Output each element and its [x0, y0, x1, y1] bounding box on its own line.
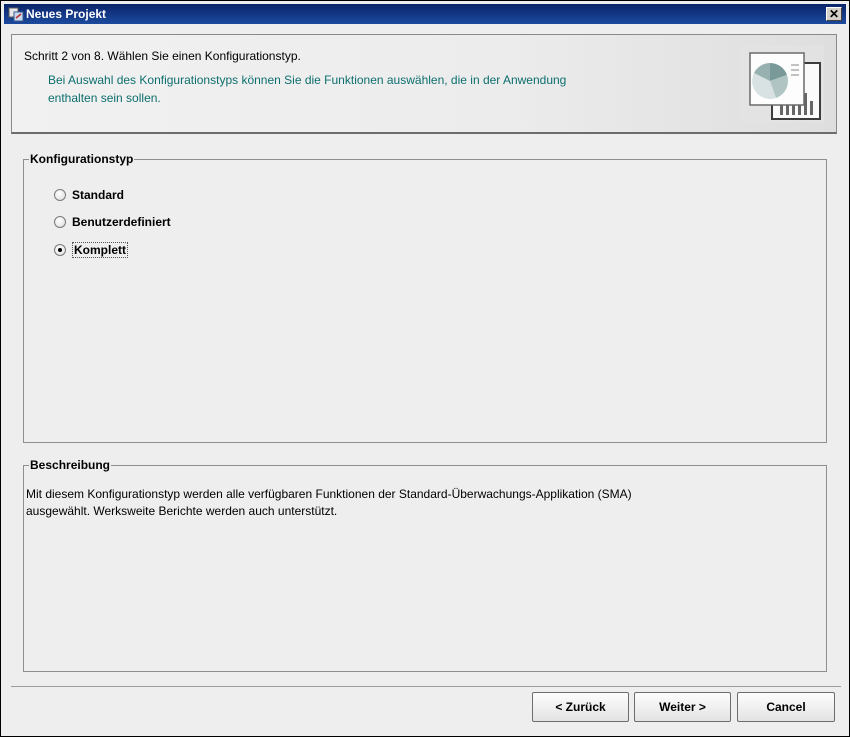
radio-complete[interactable]: Komplett [54, 241, 128, 259]
cancel-button[interactable]: Cancel [737, 692, 835, 722]
configuration-type-title: Konfigurationstyp [29, 152, 135, 166]
step-description: Bei Auswahl des Konfigurationstyps könne… [48, 73, 567, 105]
radio-label-custom: Benutzerdefiniert [72, 215, 171, 229]
application-icon [8, 7, 24, 22]
configuration-type-group: Konfigurationstyp Standard Benutzerdefin… [23, 152, 827, 443]
report-chart-icon [738, 45, 824, 123]
back-button[interactable]: < Zurück [532, 692, 629, 722]
radio-button-icon[interactable] [54, 216, 66, 228]
wizard-header: Schritt 2 von 8. Wählen Sie einen Konfig… [11, 34, 837, 134]
radio-label-standard: Standard [72, 188, 125, 202]
description-text: Mit diesem Konfigurationstyp werden alle… [26, 486, 816, 520]
radio-button-icon[interactable] [54, 189, 66, 201]
window-title: Neues Projekt [26, 7, 107, 21]
radio-label-complete: Komplett [72, 242, 128, 258]
description-title: Beschreibung [29, 458, 112, 472]
close-button[interactable]: ✕ [826, 7, 842, 21]
button-separator [11, 686, 841, 687]
title-bar[interactable]: Neues Projekt ✕ [4, 4, 846, 24]
wizard-window: Neues Projekt ✕ Schritt 2 von 8. Wählen … [0, 0, 850, 737]
close-icon: ✕ [828, 7, 840, 21]
description-line-1: Mit diesem Konfigurationstyp werden alle… [26, 487, 632, 501]
radio-standard[interactable]: Standard [54, 186, 124, 204]
step-indicator: Schritt 2 von 8. Wählen Sie einen Konfig… [24, 49, 301, 63]
radio-button-checked-icon[interactable] [54, 244, 66, 256]
next-button[interactable]: Weiter > [634, 692, 731, 722]
description-group: Beschreibung Mit diesem Konfigurationsty… [23, 458, 827, 672]
radio-custom[interactable]: Benutzerdefiniert [54, 213, 171, 231]
description-line-2: ausgewählt. Werksweite Berichte werden a… [26, 504, 338, 518]
